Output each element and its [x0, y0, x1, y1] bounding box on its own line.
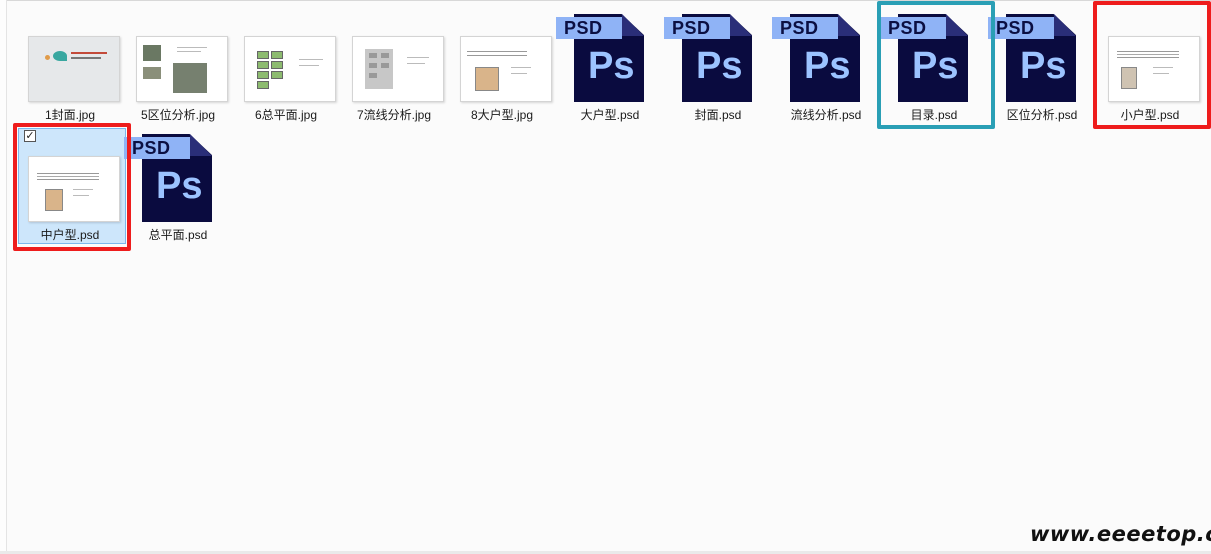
image-thumbnail — [460, 36, 552, 102]
file-name: 总平面.psd — [148, 228, 208, 242]
file-item-13[interactable]: PSD Ps 总平面.psd — [124, 120, 232, 242]
file-item-6[interactable]: PSD Ps 大户型.psd — [556, 0, 664, 122]
image-thumbnail — [136, 36, 228, 102]
watermark: www.eeeetop.com — [1030, 522, 1211, 546]
psd-file-icon: PSD Ps — [124, 132, 216, 224]
file-item-5[interactable]: 8大户型.jpg — [448, 0, 556, 122]
psd-file-icon: PSD Ps — [664, 12, 756, 104]
file-item-10[interactable]: PSD Ps 区位分析.psd — [988, 0, 1096, 122]
file-name: 7流线分析.jpg — [356, 108, 432, 122]
image-thumbnail — [28, 36, 120, 102]
image-thumbnail — [352, 36, 444, 102]
file-name: 6总平面.jpg — [254, 108, 318, 122]
red-highlight-box — [13, 123, 131, 251]
image-thumbnail — [244, 36, 336, 102]
file-item-8[interactable]: PSD Ps 流线分析.psd — [772, 0, 880, 122]
file-name: 区位分析.psd — [1006, 108, 1078, 122]
file-name: 大户型.psd — [580, 108, 640, 122]
file-item-3[interactable]: 6总平面.jpg — [232, 0, 340, 122]
file-name: 封面.psd — [694, 108, 742, 122]
teal-highlight-box — [877, 1, 995, 129]
file-name: 流线分析.psd — [790, 108, 862, 122]
left-pane-edge — [0, 0, 7, 554]
psd-file-icon: PSD Ps — [772, 12, 864, 104]
file-name: 8大户型.jpg — [470, 108, 534, 122]
psd-file-icon: PSD Ps — [556, 12, 648, 104]
red-highlight-box — [1093, 1, 1211, 129]
file-item-2[interactable]: 5区位分析.jpg — [124, 0, 232, 122]
file-item-4[interactable]: 7流线分析.jpg — [340, 0, 448, 122]
file-item-1[interactable]: 1封面.jpg — [16, 0, 124, 122]
psd-file-icon: PSD Ps — [988, 12, 1080, 104]
file-item-7[interactable]: PSD Ps 封面.psd — [664, 0, 772, 122]
